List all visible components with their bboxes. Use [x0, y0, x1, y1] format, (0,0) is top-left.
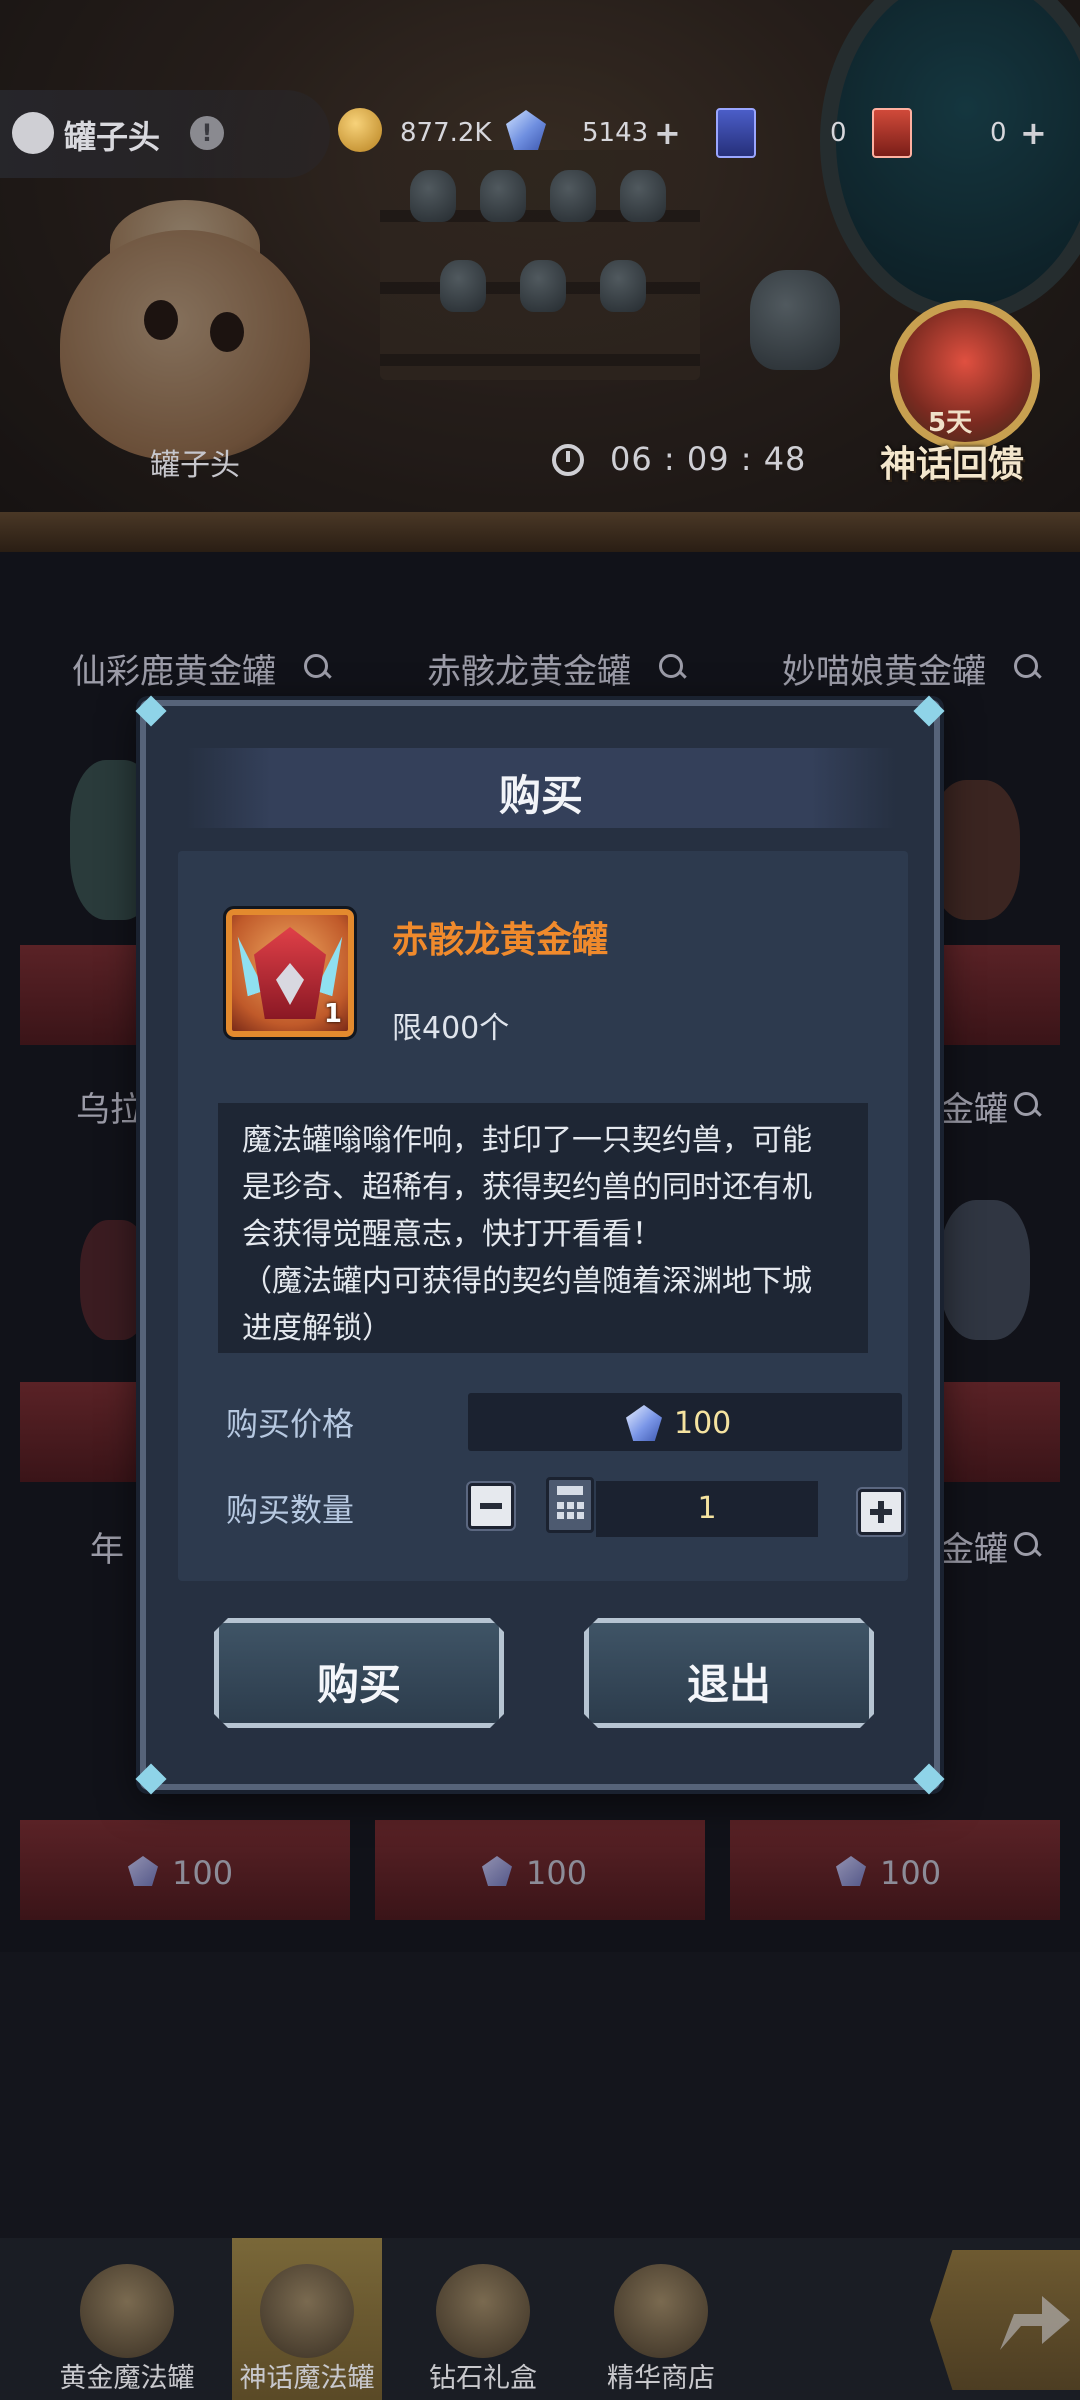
quantity-label: 购买数量 [226, 1491, 355, 1529]
search-icon[interactable] [659, 654, 683, 678]
nav-golden-jar[interactable]: 黄金魔法罐 [52, 2238, 202, 2400]
coin-count: 877.2K [400, 118, 492, 148]
buy-button[interactable]: 购买 [214, 1618, 504, 1728]
pig-icon [12, 112, 54, 154]
mascot-name: 罐子头 [150, 448, 240, 483]
red-card-resource: 0 + [872, 108, 1052, 158]
dialog-title: 购买 [498, 771, 583, 820]
shop-card-title: 金罐 [940, 1530, 1008, 1570]
nav-label: 黄金魔法罐 [59, 2363, 195, 2394]
item-description: 魔法罐嗡嗡作响，封印了一只契约兽，可能 是珍奇、超稀有，获得契约兽的同时还有机 … [218, 1103, 868, 1353]
description-line: （魔法罐内可获得的契约兽随着深渊地下城 [242, 1264, 812, 1299]
shop-card-title: 仙彩鹿黄金罐 [72, 652, 276, 692]
item-name: 赤骸龙黄金罐 [392, 920, 609, 961]
description-line: 是珍奇、超稀有，获得契约兽的同时还有机 [242, 1170, 812, 1205]
bottom-nav: 黄金魔法罐 神话魔法罐 钻石礼盒 精华商店 [0, 2238, 1080, 2400]
purchase-dialog: 购买 1 赤骸龙黄金罐 限400个 魔法罐嗡嗡作响，封印了一只契约兽，可能 是珍… [135, 695, 945, 1795]
price-field: 100 [468, 1393, 902, 1451]
search-icon[interactable] [1014, 654, 1038, 678]
player-name: 罐子头 [64, 118, 161, 156]
item-count: 1 [323, 999, 342, 1029]
coin-resource: 877.2K [338, 108, 498, 158]
shop-card-price: 100 [172, 1854, 234, 1892]
nav-essence-shop[interactable]: 精华商店 [586, 2238, 736, 2400]
add-gems-icon[interactable]: + [654, 114, 681, 152]
nav-label: 神话魔法罐 [239, 2363, 375, 2394]
shop-card-band [20, 945, 140, 1045]
shop-card-title: 妙喵娘黄金罐 [782, 652, 986, 692]
shop-card-title: 乌拉 [76, 1090, 144, 1130]
pet-art [930, 780, 1020, 920]
minus-icon [480, 1503, 502, 1509]
gem-icon [506, 110, 546, 150]
increase-button[interactable] [856, 1487, 906, 1537]
dialog-body: 1 赤骸龙黄金罐 限400个 魔法罐嗡嗡作响，封印了一只契约兽，可能 是珍奇、超… [178, 851, 908, 1581]
decrease-button[interactable] [466, 1481, 516, 1531]
quantity-input[interactable]: 1 [596, 1481, 818, 1537]
alert-icon[interactable]: ! [190, 116, 224, 150]
search-icon[interactable] [1014, 1092, 1038, 1116]
clock-icon [552, 444, 584, 476]
gem-count: 5143 [582, 118, 649, 148]
shop-counter [0, 512, 1080, 552]
shop-card-title: 年 [90, 1530, 124, 1570]
description-line: 会获得觉醒意志，快打开看看！ [242, 1217, 662, 1252]
shop-card-price: 100 [880, 1854, 942, 1892]
shop-card-band [20, 1382, 140, 1482]
pet-art [940, 1200, 1030, 1340]
description-line: 魔法罐嗡嗡作响，封印了一只契约兽，可能 [242, 1123, 812, 1158]
gift-box-icon [436, 2264, 530, 2358]
blue-card-resource: 0 [716, 108, 856, 158]
shop-card-price: 100 [526, 1854, 588, 1892]
purchase-limit: 限400个 [392, 1011, 510, 1046]
event-days: 5天 [928, 408, 973, 438]
calculator-button[interactable] [546, 1477, 594, 1533]
shop-card-title: 赤骸龙黄金罐 [427, 652, 631, 692]
event-name[interactable]: 神话回馈 [880, 435, 1024, 487]
item-thumbnail[interactable]: 1 [223, 906, 357, 1040]
golden-jar-icon [80, 2264, 174, 2358]
nav-diamond-gift[interactable]: 钻石礼盒 [408, 2238, 558, 2400]
blue-card-count: 0 [830, 118, 847, 148]
dialog-header: 购买 [186, 748, 896, 828]
gem-icon [626, 1405, 662, 1441]
player-pill[interactable]: 罐子头 ! [0, 90, 330, 178]
coin-icon [338, 108, 382, 152]
price-label: 购买价格 [226, 1405, 355, 1443]
gem-resource: 5143 + [506, 108, 686, 158]
paw-icon [614, 2264, 708, 2358]
shop-card-band [940, 945, 1060, 1045]
refresh-timer: 06 : 09 : 48 [610, 440, 807, 478]
mythic-jar-icon [260, 2264, 354, 2358]
nav-label: 钻石礼盒 [429, 2363, 537, 2394]
description-line: 进度解锁） [242, 1311, 392, 1346]
buy-button-label: 购买 [316, 1660, 401, 1709]
red-card-count: 0 [990, 118, 1007, 148]
red-card-icon [872, 108, 912, 158]
nav-label: 精华商店 [607, 2363, 715, 2394]
nav-mythic-jar[interactable]: 神话魔法罐 [232, 2238, 382, 2400]
blue-card-icon [716, 108, 756, 158]
shop-card-band [940, 1382, 1060, 1482]
exit-button[interactable]: 退出 [584, 1618, 874, 1728]
add-red-card-icon[interactable]: + [1020, 114, 1047, 152]
search-icon[interactable] [1014, 1532, 1038, 1556]
quantity-value: 1 [697, 1491, 717, 1526]
calculator-icon [557, 1486, 583, 1495]
search-icon[interactable] [304, 654, 328, 678]
exit-button-label: 退出 [686, 1660, 771, 1709]
shop-card-title: 金罐 [940, 1090, 1008, 1130]
resource-bar: 罐子头 ! 877.2K 5143 + 0 0 + [0, 90, 1080, 178]
price-value: 100 [674, 1406, 732, 1441]
